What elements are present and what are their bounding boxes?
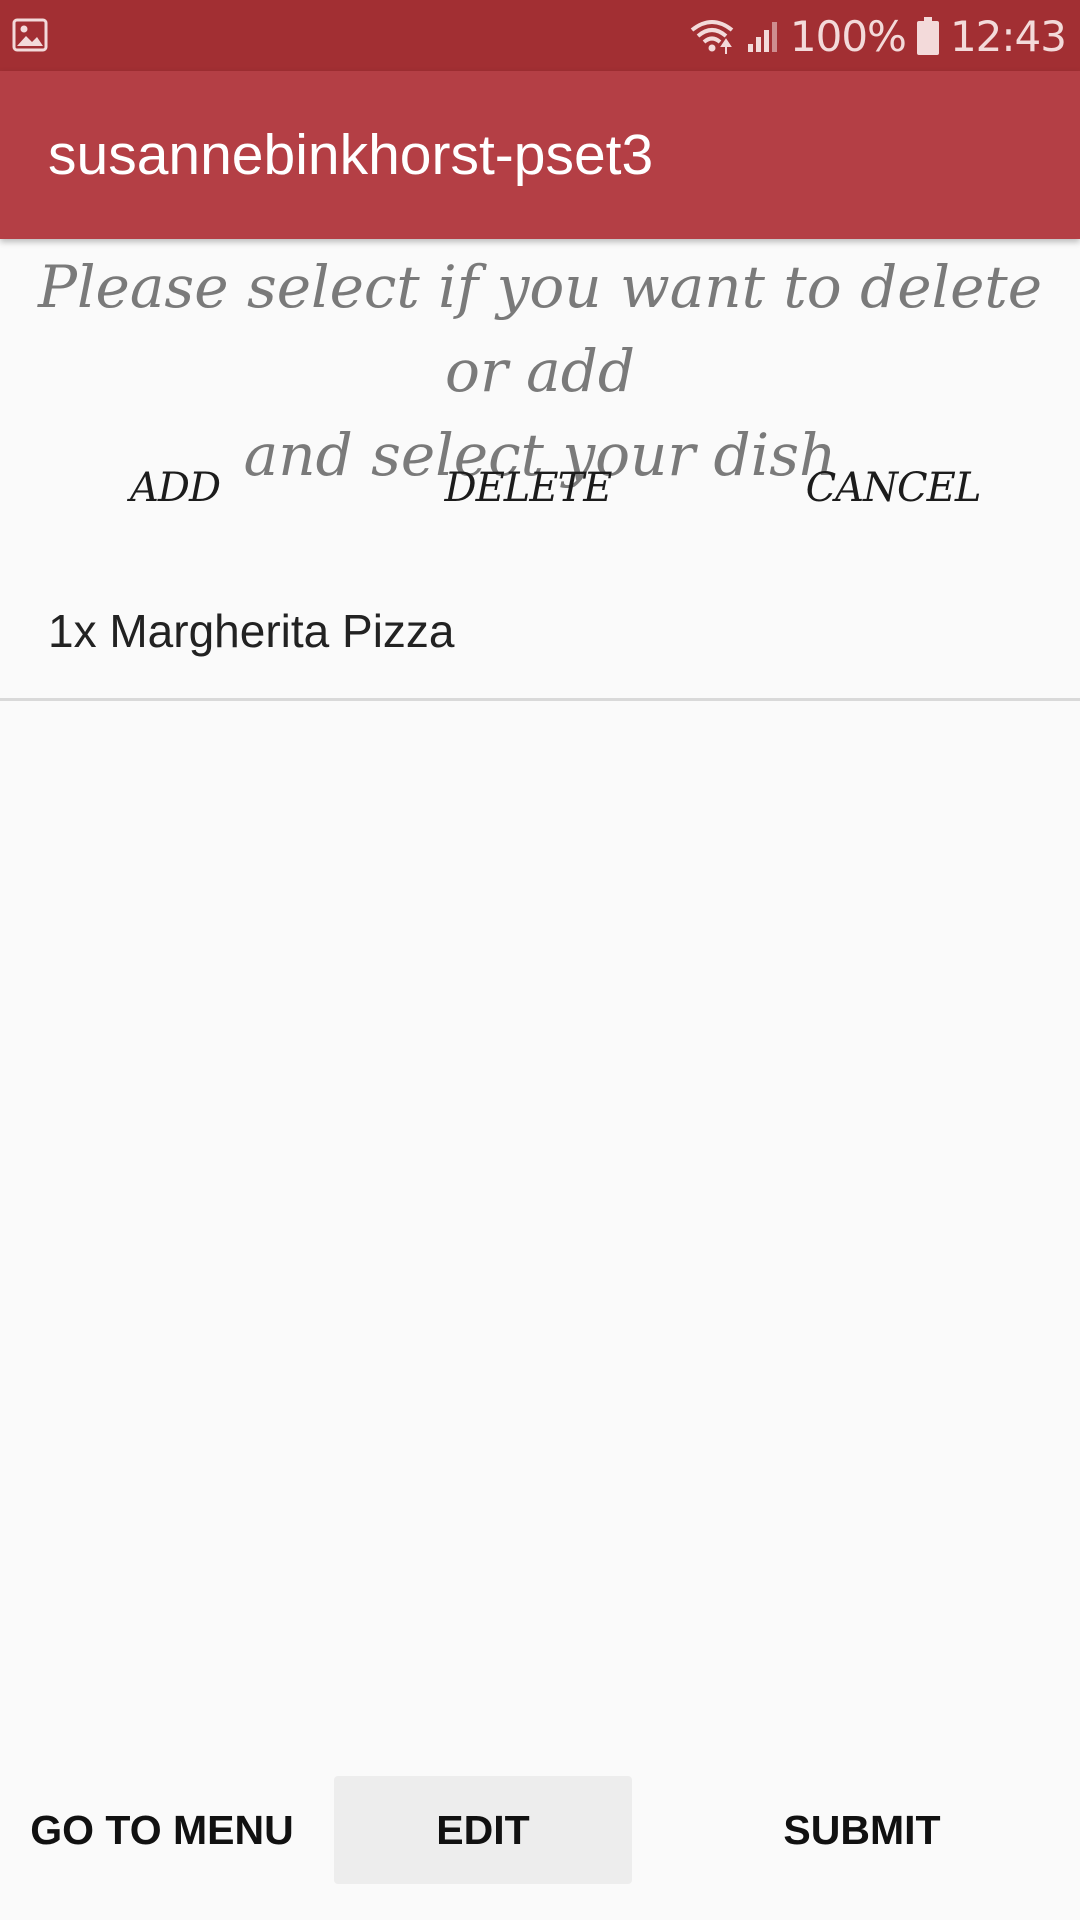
action-row: ADD DELETE CANCEL	[0, 455, 1080, 521]
signal-icon	[746, 18, 780, 54]
battery-percent: 100%	[789, 11, 907, 61]
gallery-notification-icon	[12, 17, 48, 53]
submit-button[interactable]: SUBMIT	[730, 1776, 994, 1884]
list-item[interactable]: 1x Margherita Pizza	[0, 563, 1080, 701]
add-button[interactable]: ADD	[80, 455, 270, 521]
battery-icon	[916, 16, 940, 56]
bottom-bar: GO TO MENU EDIT SUBMIT	[0, 1776, 1080, 1884]
go-to-menu-button[interactable]: GO TO MENU	[18, 1776, 306, 1884]
app-title: susannebinkhorst-pset3	[48, 123, 654, 187]
wifi-icon	[688, 16, 736, 56]
edit-button[interactable]: EDIT	[334, 1776, 632, 1884]
delete-button[interactable]: DELETE	[418, 455, 638, 521]
order-list: 1x Margherita Pizza	[0, 563, 1080, 701]
instruction-line-1: Please select if you want to delete or a…	[37, 253, 1043, 405]
status-bar: 100% 12:43	[0, 0, 1080, 71]
status-time: 12:43	[949, 11, 1067, 61]
status-indicators: 100% 12:43	[688, 8, 1067, 64]
order-item-label: 1x Margherita Pizza	[48, 604, 455, 657]
app-bar: susannebinkhorst-pset3	[0, 71, 1080, 239]
cancel-button[interactable]: CANCEL	[778, 455, 1008, 521]
